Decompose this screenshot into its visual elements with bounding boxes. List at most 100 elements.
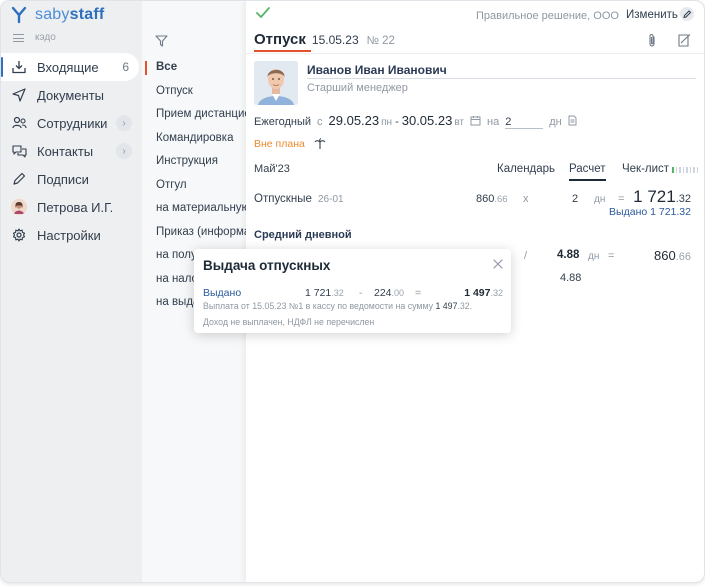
minus-sign: - — [359, 287, 363, 299]
palm-tree-icon — [314, 138, 326, 149]
sidebar-item-label: Петрова И.Г. — [37, 199, 114, 215]
tax-status-note: Доход не выплачен, НДФЛ не перечислен — [203, 317, 375, 327]
paid-amount-link[interactable]: Выдано 1 721.32 — [609, 206, 691, 218]
payment-total: 1 721.32 — [633, 187, 691, 206]
date-to[interactable]: 30.05.23 — [402, 113, 453, 128]
sidebar-item-signatures[interactable]: Подписи — [1, 165, 142, 193]
payment-label: Отпускные — [254, 193, 312, 205]
user-avatar — [11, 199, 27, 215]
sidebar-item-label: Контакты — [37, 143, 94, 159]
multiply-sign: x — [523, 193, 529, 205]
filter-item[interactable]: Командировка — [142, 127, 246, 151]
document-number[interactable]: № 22 — [367, 35, 395, 47]
app-window: sabystaff кэдо Входящие 6 Документы Сотр… — [0, 0, 705, 583]
tab-calculation[interactable]: Расчет — [569, 163, 606, 181]
close-icon[interactable] — [493, 259, 503, 269]
vacation-period: Ежегодный с 29.05.23 пн - 30.05.23 вт на… — [254, 113, 577, 129]
employee-name[interactable]: Иванов Иван Иванович — [307, 63, 447, 77]
workspace-subtitle[interactable]: кэдо — [13, 32, 56, 43]
equals-sign: = — [608, 250, 615, 262]
filter-item[interactable]: Инструкция — [142, 150, 246, 174]
gear-icon — [11, 227, 27, 243]
sidebar-item-label: Подписи — [37, 171, 89, 187]
tab-calendar[interactable]: Календарь — [497, 163, 555, 175]
sidebar-item-employees[interactable]: Сотрудники › — [1, 109, 142, 137]
sign-document-icon[interactable] — [677, 33, 692, 48]
payout-popup: Выдача отпускных Выдано 1 721.32 - 224.0… — [194, 249, 511, 333]
date-to-weekday: вт — [454, 117, 465, 128]
employee-photo — [254, 61, 298, 105]
divide-sign: / — [524, 250, 528, 262]
organization-name[interactable]: Правильное решение, ООО — [476, 10, 619, 22]
paperclip-icon[interactable] — [647, 33, 657, 48]
title-actions — [647, 33, 692, 48]
equals-sign: = — [618, 193, 625, 205]
document-title-row: Отпуск 15.05.23 № 22 — [254, 31, 395, 48]
average-sub-value: 4.88 — [560, 272, 582, 284]
filter-item[interactable]: Прием дистанционного — [142, 103, 246, 127]
sidebar-nav: Входящие 6 Документы Сотрудники › Контак… — [1, 53, 142, 249]
sidebar-item-user[interactable]: Петрова И.Г. — [1, 193, 142, 221]
employee-card: Иванов Иван Иванович Старший менеджер — [254, 61, 696, 107]
paper-plane-icon — [11, 87, 27, 103]
payout-row: Выдано 1 721.32 - 224.00 = 1 497.32 — [203, 287, 503, 301]
edit-pencil-icon[interactable] — [680, 7, 694, 21]
sidebar-item-label: Настройки — [37, 227, 101, 243]
inbox-download-icon — [11, 59, 27, 75]
deduction-amount: 224.00 — [374, 287, 405, 299]
vacation-pay-row[interactable]: Отпускные 26-01 860.66 x 2 дн = 1 721.32… — [254, 187, 696, 223]
sidebar-item-inbox[interactable]: Входящие 6 — [1, 53, 139, 81]
sidebar-item-settings[interactable]: Настройки — [1, 221, 142, 249]
tab-checklist[interactable]: Чек-лист — [622, 163, 669, 175]
filter-item[interactable]: на материальную — [142, 197, 246, 221]
payout-note: Выплата от 15.05.23 №1 в кассу по ведомо… — [203, 301, 473, 311]
chevron-right-icon[interactable]: › — [116, 143, 132, 159]
filter-item[interactable]: Отпуск — [142, 80, 246, 104]
date-from[interactable]: 29.05.23 — [329, 113, 380, 128]
date-from-weekday: пн — [381, 117, 393, 128]
document-title: Отпуск — [254, 31, 306, 48]
filter-icon[interactable] — [155, 35, 168, 47]
days-quantity: 2 — [572, 193, 579, 205]
chevron-right-icon[interactable]: › — [116, 115, 132, 131]
pen-icon — [11, 171, 27, 187]
month-label[interactable]: Май'23 — [254, 163, 290, 175]
document-icon[interactable] — [568, 115, 577, 126]
filter-item[interactable]: Приказ (информация) — [142, 221, 246, 245]
days-unit: дн — [594, 194, 606, 205]
sidebar-item-documents[interactable]: Документы — [1, 81, 142, 109]
days-unit: дн — [549, 116, 562, 128]
calendar-icon[interactable] — [470, 115, 481, 126]
calculation-tabs: Май'23 Календарь Расчет Чек-лист — [254, 161, 698, 181]
checkmark-icon[interactable] — [256, 7, 270, 19]
average-daily-row: / 4.88 дн = 860.66 — [516, 248, 696, 264]
menu-icon[interactable] — [13, 33, 24, 42]
days-input[interactable]: 2 — [505, 116, 544, 129]
sidebar-item-contacts[interactable]: Контакты › — [1, 137, 142, 165]
average-daily-result: 860.66 — [654, 248, 691, 263]
employee-position: Старший менеджер — [307, 82, 408, 94]
inbox-count-badge: 6 — [122, 60, 129, 74]
daily-rate: 860.66 — [476, 193, 508, 205]
divider — [246, 53, 704, 54]
unplanned-flag[interactable]: Вне плана — [254, 138, 326, 150]
average-days-value: 4.88 — [557, 249, 580, 261]
chat-bubbles-icon — [11, 143, 27, 159]
document-date[interactable]: 15.05.23 — [312, 33, 359, 47]
payout-label[interactable]: Выдано — [203, 287, 241, 299]
app-logo[interactable]: sabystaff — [11, 5, 104, 25]
edit-button[interactable]: Изменить — [626, 9, 678, 21]
filter-item[interactable]: Отгул — [142, 174, 246, 198]
popup-title: Выдача отпускных — [203, 258, 331, 273]
period-dash: - — [395, 116, 399, 128]
sidebar-item-label: Входящие — [37, 59, 99, 75]
duration-label: на — [487, 116, 500, 128]
filter-item-all[interactable]: Все — [142, 56, 246, 80]
vacation-type[interactable]: Ежегодный — [254, 116, 311, 128]
payment-code: 26-01 — [318, 194, 344, 205]
sidebar-item-label: Документы — [37, 87, 105, 103]
saby-logo-icon — [11, 6, 27, 24]
payout-total: 1 497.32 — [464, 287, 503, 299]
name-underline — [307, 78, 696, 79]
payout-amount: 1 721.32 — [305, 287, 344, 299]
